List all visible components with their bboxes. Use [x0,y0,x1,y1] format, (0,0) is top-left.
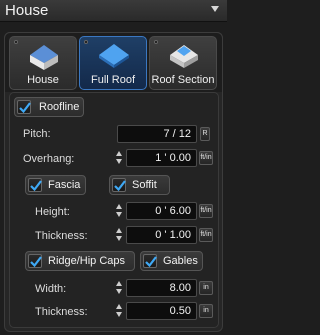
tab-label: Roof Section [151,74,215,86]
tab-label: House [27,74,59,86]
gables-label: Gables [163,255,198,267]
checkmark-icon [30,256,42,268]
ridge-hip-caps-toggle[interactable]: Ridge/Hip Caps [25,251,135,271]
full-roof-icon [99,44,129,68]
tab-house[interactable]: House [9,36,77,90]
tab-indicator [84,40,88,44]
fascia-height-field[interactable]: 0 ' 6.00 [126,202,197,220]
ridge-hip-caps-checkbox[interactable] [28,254,42,268]
pitch-unit-button[interactable]: R [200,127,210,141]
cap-width-label: Width: [35,283,67,295]
fascia-thickness-spinner[interactable] [115,226,124,244]
tab-indicator [14,40,18,44]
panel-header[interactable]: House [0,0,227,22]
fascia-height-label: Height: [35,206,70,218]
panel-title: House [5,2,49,19]
overhang-unit-button[interactable]: ft/in [199,151,213,165]
collapse-caret-icon[interactable] [211,6,219,12]
fascia-height-spinner[interactable] [115,202,124,220]
overhang-spinner[interactable] [115,149,124,167]
gables-toggle[interactable]: Gables [140,251,203,271]
pitch-field[interactable]: 7 / 12 [117,125,197,143]
soffit-toggle[interactable]: Soffit [109,175,170,195]
tab-roof-section[interactable]: Roof Section [149,36,217,90]
roofline-label: Roofline [39,101,80,113]
cap-width-spinner[interactable] [115,279,124,297]
ridge-hip-caps-label: Ridge/Hip Caps [48,255,126,267]
roofline-toggle[interactable]: Roofline [14,97,84,117]
cap-thickness-spinner[interactable] [115,302,124,320]
fascia-checkbox[interactable] [28,178,42,192]
fascia-toggle[interactable]: Fascia [25,175,86,195]
fascia-thickness-label: Thickness: [35,230,88,242]
cap-thickness-unit-button[interactable]: in [199,304,213,318]
cap-thickness-label: Thickness: [35,306,88,318]
house-icon [30,45,58,70]
soffit-checkbox[interactable] [112,178,126,192]
roofline-checkbox[interactable] [17,100,31,114]
checkmark-icon [19,102,31,114]
cap-thickness-field[interactable]: 0.50 [126,302,197,320]
checkmark-icon [114,180,126,192]
fascia-label: Fascia [48,179,81,191]
pitch-label: Pitch: [23,128,51,140]
roof-section-icon [170,45,198,68]
checkmark-icon [30,180,42,192]
gables-checkbox[interactable] [143,254,157,268]
soffit-label: Soffit [132,179,157,191]
cap-width-field[interactable]: 8.00 [126,279,197,297]
checkmark-icon [145,256,157,268]
overhang-field[interactable]: 1 ' 0.00 [126,149,197,167]
fascia-thickness-unit-button[interactable]: ft/in [199,228,213,242]
fascia-height-unit-button[interactable]: ft/in [199,204,213,218]
tab-label: Full Roof [90,74,136,86]
tab-full-roof[interactable]: Full Roof [79,36,147,90]
cap-width-unit-button[interactable]: in [199,281,213,295]
tab-indicator [154,40,158,44]
fascia-thickness-field[interactable]: 0 ' 1.00 [126,226,197,244]
overhang-label: Overhang: [23,153,75,165]
